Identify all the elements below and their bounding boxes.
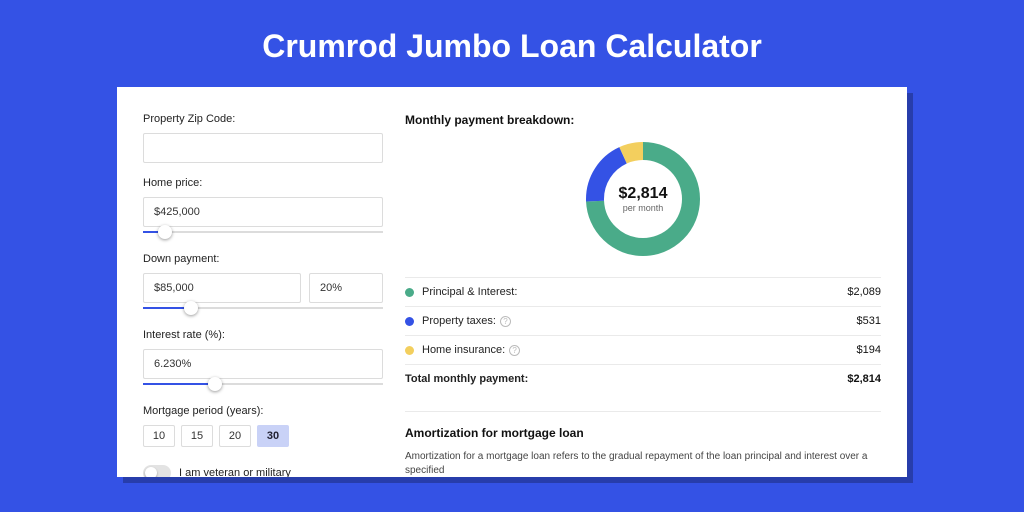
mortgage-period-group: 10 15 20 30: [143, 425, 383, 447]
calculator-card: Property Zip Code: Home price: Down paym…: [117, 87, 907, 477]
donut-amount: $2,814: [619, 185, 668, 203]
down-payment-slider[interactable]: [143, 305, 383, 315]
info-icon[interactable]: ?: [509, 345, 520, 356]
mortgage-period-label: Mortgage period (years):: [143, 405, 383, 417]
legend-row-taxes: Property taxes: ? $531: [405, 307, 881, 336]
info-icon[interactable]: ?: [500, 316, 511, 327]
interest-rate-input[interactable]: [143, 349, 383, 379]
veteran-toggle[interactable]: [143, 465, 171, 477]
dot-icon: [405, 317, 414, 326]
legend-total-value: $2,814: [847, 373, 881, 385]
period-option-10[interactable]: 10: [143, 425, 175, 447]
zip-label: Property Zip Code:: [143, 113, 383, 125]
period-option-30[interactable]: 30: [257, 425, 289, 447]
home-price-input[interactable]: [143, 197, 383, 227]
donut-subtext: per month: [623, 203, 664, 213]
interest-rate-slider[interactable]: [143, 381, 383, 391]
dot-icon: [405, 346, 414, 355]
input-panel: Property Zip Code: Home price: Down paym…: [143, 113, 383, 465]
veteran-label: I am veteran or military: [179, 467, 291, 477]
period-option-20[interactable]: 20: [219, 425, 251, 447]
legend-label: Home insurance: ?: [422, 344, 857, 356]
amortization-header: Amortization for mortgage loan: [405, 411, 881, 440]
zip-input[interactable]: [143, 133, 383, 163]
breakdown-header: Monthly payment breakdown:: [405, 113, 881, 127]
legend-label: Principal & Interest:: [422, 286, 847, 298]
amortization-text: Amortization for a mortgage loan refers …: [405, 450, 881, 477]
home-price-label: Home price:: [143, 177, 383, 189]
down-payment-label: Down payment:: [143, 253, 383, 265]
home-price-slider[interactable]: [143, 229, 383, 239]
legend-value: $194: [857, 344, 881, 356]
down-payment-input[interactable]: [143, 273, 301, 303]
down-payment-pct-input[interactable]: [309, 273, 383, 303]
period-option-15[interactable]: 15: [181, 425, 213, 447]
legend-value: $531: [857, 315, 881, 327]
breakdown-legend: Principal & Interest: $2,089 Property ta…: [405, 277, 881, 393]
legend-row-total: Total monthly payment: $2,814: [405, 365, 881, 393]
legend-row-principal: Principal & Interest: $2,089: [405, 278, 881, 307]
legend-label: Property taxes: ?: [422, 315, 857, 327]
breakdown-panel: Monthly payment breakdown: $2,814 per mo…: [405, 113, 881, 465]
interest-rate-label: Interest rate (%):: [143, 329, 383, 341]
legend-row-insurance: Home insurance: ? $194: [405, 336, 881, 365]
legend-total-label: Total monthly payment:: [405, 373, 847, 385]
dot-icon: [405, 288, 414, 297]
payment-donut-chart: $2,814 per month: [583, 139, 703, 259]
page-title: Crumrod Jumbo Loan Calculator: [0, 0, 1024, 87]
legend-value: $2,089: [847, 286, 881, 298]
